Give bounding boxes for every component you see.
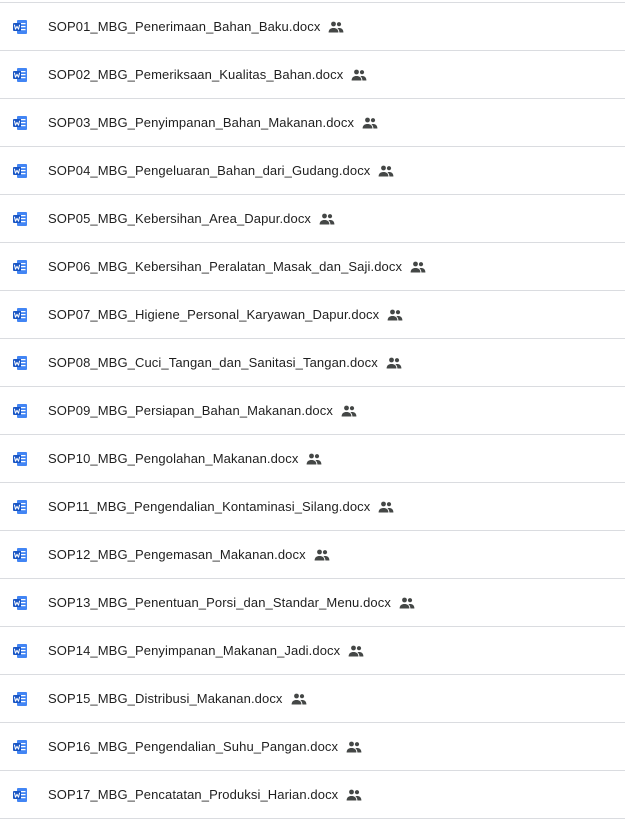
word-doc-icon	[12, 403, 28, 419]
people-icon	[386, 357, 402, 369]
file-row[interactable]: SOP11_MBG_Pengendalian_Kontaminasi_Silan…	[0, 483, 625, 531]
file-name: SOP07_MBG_Higiene_Personal_Karyawan_Dapu…	[48, 307, 380, 322]
file-name: SOP09_MBG_Persiapan_Bahan_Makanan.docx	[48, 403, 333, 418]
file-row[interactable]: SOP05_MBG_Kebersihan_Area_Dapur.docx	[0, 195, 625, 243]
word-doc-icon	[12, 307, 28, 323]
people-icon	[348, 645, 364, 657]
file-name: SOP05_MBG_Kebersihan_Area_Dapur.docx	[48, 211, 312, 226]
file-row[interactable]: SOP10_MBG_Pengolahan_Makanan.docx	[0, 435, 625, 483]
people-icon	[346, 789, 362, 801]
word-doc-icon	[12, 259, 28, 275]
word-doc-icon	[12, 67, 28, 83]
people-icon	[362, 117, 378, 129]
file-row[interactable]: SOP08_MBG_Cuci_Tangan_dan_Sanitasi_Tanga…	[0, 339, 625, 387]
file-row[interactable]: SOP12_MBG_Pengemasan_Makanan.docx	[0, 531, 625, 579]
file-row[interactable]: SOP09_MBG_Persiapan_Bahan_Makanan.docx	[0, 387, 625, 435]
file-name: SOP12_MBG_Pengemasan_Makanan.docx	[48, 547, 306, 562]
people-icon	[410, 261, 426, 273]
file-row[interactable]: SOP07_MBG_Higiene_Personal_Karyawan_Dapu…	[0, 291, 625, 339]
file-row[interactable]: SOP01_MBG_Penerimaan_Bahan_Baku.docx	[0, 3, 625, 51]
file-list: SOP01_MBG_Penerimaan_Bahan_Baku.docx SOP…	[0, 2, 625, 819]
file-name: SOP10_MBG_Pengolahan_Makanan.docx	[48, 451, 299, 466]
word-doc-icon	[12, 787, 28, 803]
word-doc-icon	[12, 211, 28, 227]
file-row[interactable]: SOP14_MBG_Penyimpanan_Makanan_Jadi.docx	[0, 627, 625, 675]
people-icon	[399, 597, 415, 609]
people-icon	[319, 213, 335, 225]
people-icon	[341, 405, 357, 417]
word-doc-icon	[12, 451, 28, 467]
word-doc-icon	[12, 355, 28, 371]
people-icon	[351, 69, 367, 81]
people-icon	[328, 21, 344, 33]
people-icon	[314, 549, 330, 561]
file-name: SOP03_MBG_Penyimpanan_Bahan_Makanan.docx	[48, 115, 355, 130]
people-icon	[291, 693, 307, 705]
file-name: SOP08_MBG_Cuci_Tangan_dan_Sanitasi_Tanga…	[48, 355, 378, 370]
file-name: SOP02_MBG_Pemeriksaan_Kualitas_Bahan.doc…	[48, 67, 344, 82]
file-name: SOP14_MBG_Penyimpanan_Makanan_Jadi.docx	[48, 643, 341, 658]
file-name: SOP16_MBG_Pengendalian_Suhu_Pangan.docx	[48, 739, 339, 754]
people-icon	[378, 501, 394, 513]
word-doc-icon	[12, 595, 28, 611]
word-doc-icon	[12, 739, 28, 755]
word-doc-icon	[12, 499, 28, 515]
file-row[interactable]: SOP02_MBG_Pemeriksaan_Kualitas_Bahan.doc…	[0, 51, 625, 99]
word-doc-icon	[12, 163, 28, 179]
file-row[interactable]: SOP17_MBG_Pencatatan_Produksi_Harian.doc…	[0, 771, 625, 819]
file-name: SOP04_MBG_Pengeluaran_Bahan_dari_Gudang.…	[48, 163, 371, 178]
people-icon	[378, 165, 394, 177]
people-icon	[346, 741, 362, 753]
file-name: SOP06_MBG_Kebersihan_Peralatan_Masak_dan…	[48, 259, 403, 274]
people-icon	[306, 453, 322, 465]
file-row[interactable]: SOP15_MBG_Distribusi_Makanan.docx	[0, 675, 625, 723]
file-name: SOP11_MBG_Pengendalian_Kontaminasi_Silan…	[48, 499, 371, 514]
word-doc-icon	[12, 547, 28, 563]
file-name: SOP13_MBG_Penentuan_Porsi_dan_Standar_Me…	[48, 595, 391, 610]
word-doc-icon	[12, 643, 28, 659]
file-name: SOP17_MBG_Pencatatan_Produksi_Harian.doc…	[48, 787, 339, 802]
file-row[interactable]: SOP06_MBG_Kebersihan_Peralatan_Masak_dan…	[0, 243, 625, 291]
word-doc-icon	[12, 115, 28, 131]
file-row[interactable]: SOP03_MBG_Penyimpanan_Bahan_Makanan.docx	[0, 99, 625, 147]
people-icon	[387, 309, 403, 321]
file-row[interactable]: SOP04_MBG_Pengeluaran_Bahan_dari_Gudang.…	[0, 147, 625, 195]
word-doc-icon	[12, 691, 28, 707]
word-doc-icon	[12, 19, 28, 35]
file-name: SOP01_MBG_Penerimaan_Bahan_Baku.docx	[48, 19, 321, 34]
file-row[interactable]: SOP16_MBG_Pengendalian_Suhu_Pangan.docx	[0, 723, 625, 771]
file-name: SOP15_MBG_Distribusi_Makanan.docx	[48, 691, 283, 706]
file-row[interactable]: SOP13_MBG_Penentuan_Porsi_dan_Standar_Me…	[0, 579, 625, 627]
